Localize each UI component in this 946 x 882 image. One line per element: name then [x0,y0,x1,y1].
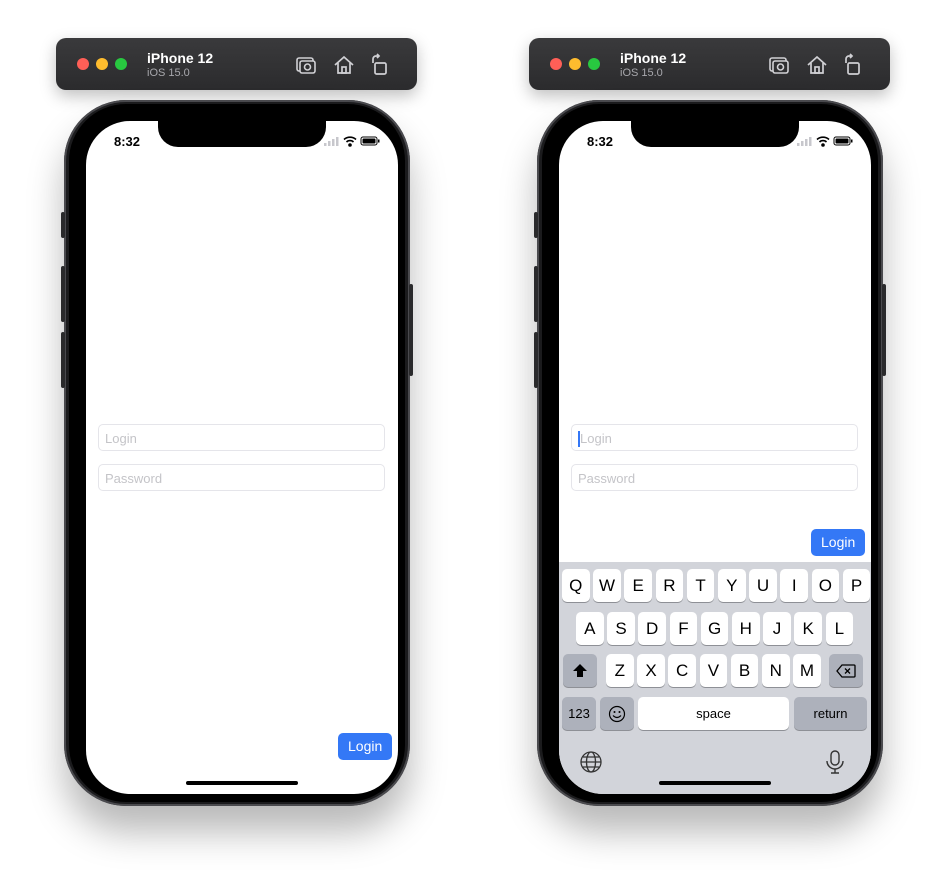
login-placeholder: Login [105,431,137,446]
space-key[interactable]: space [638,697,789,730]
volume-down-button [61,332,65,388]
side-button [882,284,886,376]
key-y[interactable]: Y [718,569,746,602]
status-indicators [324,136,380,147]
screenshot-icon[interactable] [767,53,791,77]
key-h[interactable]: H [732,612,760,645]
notch [631,121,799,147]
battery-icon [833,136,853,146]
volume-up-button [61,266,65,322]
key-s[interactable]: S [607,612,635,645]
key-i[interactable]: I [780,569,808,602]
cellular-signal-icon [324,137,339,146]
backspace-icon [836,664,856,678]
device-name: iPhone 12 [620,50,687,66]
key-r[interactable]: R [655,569,684,602]
ring-switch [61,212,65,238]
key-z[interactable]: Z [606,654,634,687]
volume-down-button [534,332,538,388]
key-q[interactable]: Q [562,569,590,602]
key-v[interactable]: V [699,654,728,687]
ring-switch [534,212,538,238]
simulator-window-2: iPhone 12 iOS 15.0 8:32 Login Password L… [517,0,946,882]
key-n[interactable]: N [762,654,790,687]
key-x[interactable]: X [637,654,665,687]
login-button[interactable]: Login [811,529,866,556]
key-m[interactable]: M [793,654,821,687]
key-o[interactable]: O [811,569,840,602]
status-indicators [797,136,853,147]
home-indicator[interactable] [186,781,298,785]
key-d[interactable]: D [638,612,666,645]
os-version: iOS 15.0 [620,67,663,79]
key-p[interactable]: P [842,569,871,602]
cellular-signal-icon [797,137,812,146]
screenshot-icon[interactable] [294,53,318,77]
notch [158,121,326,147]
rotate-icon[interactable] [368,53,392,77]
phone-screen: 8:32 Login Password Login [86,121,398,794]
rotate-icon[interactable] [841,53,865,77]
return-key[interactable]: return [794,697,867,730]
key-k[interactable]: K [794,612,822,645]
key-l[interactable]: L [825,612,854,645]
simulator-titlebar: iPhone 12 iOS 15.0 [529,38,890,90]
minimize-window-button[interactable] [96,58,108,70]
iphone-frame: 8:32 Login Password Login QWERTYUIOP ASDF… [534,100,886,806]
close-window-button[interactable] [77,58,89,70]
key-u[interactable]: U [749,569,777,602]
shift-arrow-icon [573,664,587,677]
home-icon[interactable] [805,53,829,77]
emoji-icon [608,705,626,723]
key-t[interactable]: T [686,569,715,602]
minimize-window-button[interactable] [569,58,581,70]
phone-screen: 8:32 Login Password Login QWERTYUIOP ASDF… [559,121,871,794]
home-icon[interactable] [332,53,356,77]
login-placeholder: Login [580,431,612,446]
key-b[interactable]: B [730,654,759,687]
phone-bezel: 8:32 Login Password Login QWERTYUIOP ASDF… [542,104,878,802]
microphone-icon[interactable] [825,750,845,774]
status-time: 8:32 [114,134,141,149]
wifi-icon [816,136,830,147]
software-keyboard: QWERTYUIOP ASDFGHJKL ZXCVBNM 123 space ret… [559,562,871,794]
login-field[interactable]: Login [98,424,385,451]
key-e[interactable]: E [624,569,652,602]
emoji-key[interactable] [600,697,634,730]
battery-icon [360,136,380,146]
simulator-titlebar: iPhone 12 iOS 15.0 [56,38,417,90]
key-j[interactable]: J [763,612,791,645]
password-field[interactable]: Password [571,464,858,491]
key-c[interactable]: C [668,654,696,687]
login-button[interactable]: Login [338,733,393,760]
login-field[interactable]: Login [571,424,858,451]
zoom-window-button[interactable] [115,58,127,70]
iphone-frame: 8:32 Login Password Login [61,100,413,806]
phone-bezel: 8:32 Login Password Login [69,104,405,802]
numbers-key[interactable]: 123 [562,697,596,730]
key-f[interactable]: F [669,612,698,645]
wifi-icon [343,136,357,147]
password-placeholder: Password [578,471,636,486]
text-cursor [578,431,580,447]
volume-up-button [534,266,538,322]
device-name: iPhone 12 [147,50,214,66]
shift-key[interactable] [563,654,597,687]
close-window-button[interactable] [550,58,562,70]
side-button [409,284,413,376]
password-field[interactable]: Password [98,464,385,491]
key-g[interactable]: G [700,612,729,645]
key-a[interactable]: A [576,612,604,645]
home-indicator[interactable] [659,781,771,785]
password-placeholder: Password [105,471,163,486]
globe-icon[interactable] [579,750,603,774]
zoom-window-button[interactable] [588,58,600,70]
simulator-window-1: iPhone 12 iOS 15.0 8:32 Login Password L… [44,0,474,882]
key-w[interactable]: W [593,569,621,602]
status-time: 8:32 [587,134,614,149]
delete-key[interactable] [829,654,863,687]
os-version: iOS 15.0 [147,67,190,79]
